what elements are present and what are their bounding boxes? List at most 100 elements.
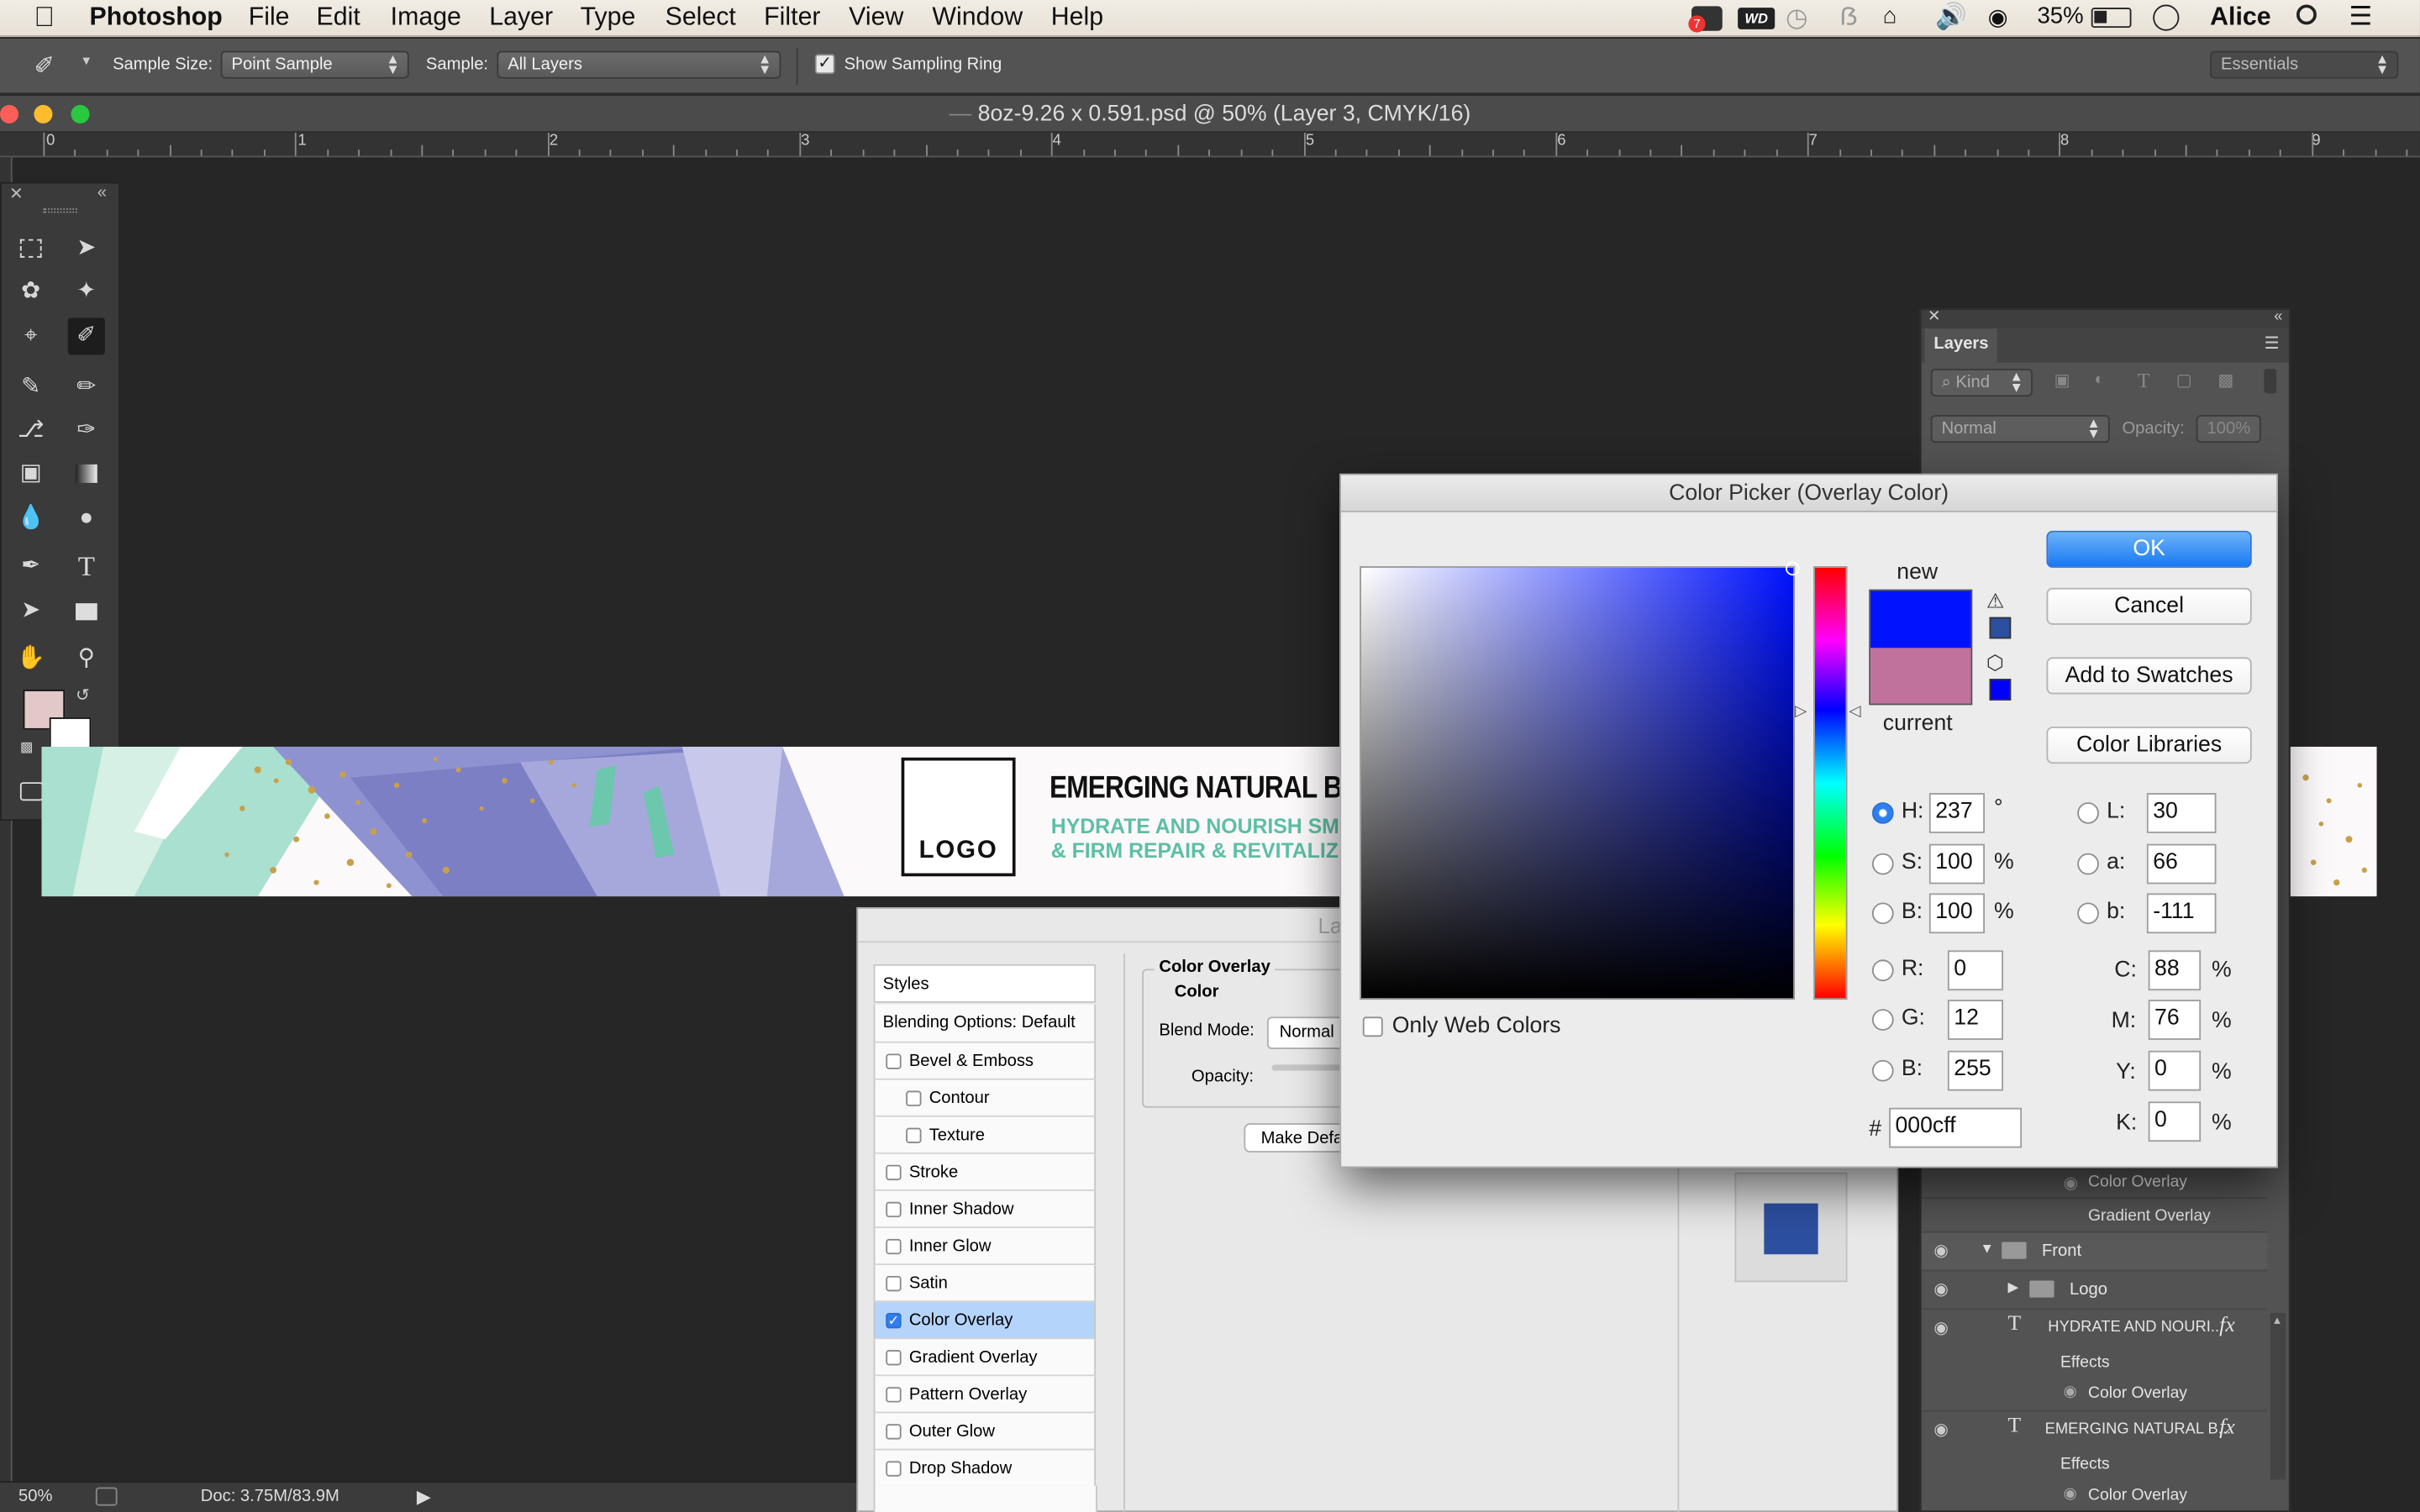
panel-menu-icon[interactable]: ☰ — [2265, 333, 2280, 354]
notification-center-icon[interactable]: ☰ — [2349, 2, 2372, 33]
style-checkbox[interactable] — [886, 1387, 902, 1403]
wd-drive-icon[interactable]: WD — [1738, 8, 1776, 29]
filter-smart-object-icon[interactable]: ▩ — [2217, 370, 2233, 391]
path-selection-tool-icon[interactable]: ➤ — [13, 592, 50, 629]
add-to-swatches-button[interactable]: Add to Swatches — [2046, 657, 2252, 695]
style-checkbox[interactable] — [886, 1350, 902, 1366]
type-tool-icon[interactable]: T — [68, 548, 105, 585]
saturation-input[interactable]: 100 — [1928, 843, 1985, 885]
menu-type[interactable]: Type — [581, 3, 636, 33]
opacity-field[interactable]: 100% — [2196, 415, 2261, 444]
filter-adjustment-icon[interactable]: ◐ — [2094, 370, 2104, 389]
menu-select[interactable]: Select — [666, 3, 736, 33]
layers-tab[interactable]: Layers — [1924, 328, 1998, 363]
a-channel-input[interactable]: 66 — [2146, 843, 2217, 885]
visibility-eye-icon[interactable]: ◉ — [1933, 1241, 1949, 1261]
canvas-banner-right[interactable] — [2290, 746, 2377, 897]
style-item-gradient-overlay[interactable]: Gradient Overlay — [873, 1339, 1097, 1377]
eraser-tool-icon[interactable]: ▣ — [13, 455, 50, 492]
make-default-button[interactable]: Make Defa — [1244, 1123, 1346, 1153]
web-safe-color-swatch[interactable] — [1989, 679, 2012, 701]
clock-icon[interactable] — [2153, 4, 2180, 31]
effect-row[interactable]: ◉ Color Overlay — [1922, 1481, 2267, 1512]
gradient-tool-icon[interactable] — [68, 455, 105, 492]
status-menu-icon[interactable] — [95, 1487, 118, 1506]
style-checkbox[interactable] — [886, 1424, 902, 1440]
menu-layer[interactable]: Layer — [489, 3, 553, 33]
color-libraries-button[interactable]: Color Libraries — [2046, 727, 2252, 764]
green-radio[interactable] — [1871, 1009, 1894, 1031]
menu-app-name[interactable]: Photoshop — [90, 3, 223, 33]
menu-window[interactable]: Window — [932, 3, 1023, 33]
canvas-banner[interactable]: LOGO EMERGING NATURAL BEAU HYDRATE AND N… — [41, 746, 1343, 897]
style-item-texture[interactable]: Texture — [873, 1116, 1097, 1154]
hue-input[interactable]: 237 — [1928, 793, 1985, 833]
volume-icon[interactable]: 🔊 — [1935, 3, 1967, 33]
menu-help[interactable]: Help — [1051, 3, 1103, 33]
status-arrow-icon[interactable]: ▶ — [417, 1486, 431, 1508]
red-radio[interactable] — [1871, 959, 1894, 982]
style-item-bevel-emboss[interactable]: Bevel & Emboss — [873, 1042, 1097, 1080]
zoom-tool-icon[interactable]: ⚲ — [68, 640, 105, 677]
style-checkbox[interactable] — [886, 1201, 902, 1218]
layer-effects-icon[interactable]: fx — [2219, 1315, 2235, 1339]
layers-scrollbar[interactable]: ▲ — [2270, 1313, 2286, 1480]
layer-row[interactable]: ◉ Color Overlay — [1921, 1163, 2268, 1197]
current-color-swatch[interactable] — [1870, 648, 1971, 704]
hue-radio[interactable] — [1871, 802, 1894, 824]
move-tool-icon[interactable]: ➤ — [68, 230, 105, 267]
visibility-eye-icon[interactable]: ◉ — [1933, 1420, 1949, 1440]
style-item-pattern-overlay[interactable]: Pattern Overlay — [873, 1376, 1097, 1414]
layer-row[interactable]: ◉ ▶ Logo — [1921, 1269, 2268, 1309]
healing-brush-tool-icon[interactable]: ✎ — [13, 369, 50, 406]
magenta-input[interactable]: 76 — [2148, 1000, 2202, 1040]
yellow-input[interactable]: 0 — [2148, 1050, 2202, 1091]
layer-row[interactable]: ◉ T HYDRATE AND NOURI... fx — [1921, 1308, 2268, 1347]
eyedropper-icon[interactable]: ✐ — [34, 51, 55, 82]
saturation-brightness-field[interactable] — [1360, 561, 1800, 1000]
lasso-tool-icon[interactable]: ✿ — [13, 273, 50, 310]
style-checkbox[interactable] — [886, 1053, 902, 1070]
swap-colors-icon[interactable]: ↺ — [76, 685, 90, 705]
magic-wand-tool-icon[interactable]: ✦ — [68, 273, 105, 310]
cyan-input[interactable]: 88 — [2148, 950, 2202, 991]
bluetooth-icon[interactable]: ẞ — [1839, 3, 1857, 33]
lightness-radio[interactable] — [2077, 802, 2099, 824]
sample-size-select[interactable]: Point Sample ▲ ▼ — [220, 50, 409, 79]
blend-mode-select[interactable]: Normal ▲ ▼ — [1930, 415, 2110, 444]
crop-tool-icon[interactable]: ⌖ — [13, 318, 50, 354]
eyedropper-tool-icon[interactable]: ✐ — [67, 318, 105, 355]
style-item-contour[interactable]: Contour — [873, 1079, 1097, 1117]
effects-row[interactable]: Effects — [1922, 1449, 2267, 1482]
collapse-panel-icon[interactable]: « — [97, 184, 107, 202]
menu-edit[interactable]: Edit — [317, 3, 360, 33]
blue-radio[interactable] — [1871, 1059, 1894, 1082]
time-machine-icon[interactable]: ◷ — [1786, 3, 1807, 34]
menu-view[interactable]: View — [849, 3, 903, 33]
hue-slider-right-arrow-icon[interactable]: ◁ — [1849, 704, 1860, 721]
group-expanded-icon[interactable]: ▼ — [1980, 1241, 1993, 1256]
a-channel-radio[interactable] — [2077, 853, 2099, 875]
pen-tool-icon[interactable]: ✒ — [13, 548, 50, 585]
group-collapsed-icon[interactable]: ▶ — [2008, 1279, 2019, 1296]
style-checkbox[interactable] — [906, 1090, 922, 1107]
blend-mode-select[interactable]: Normal — [1266, 1016, 1344, 1049]
battery-icon[interactable] — [2091, 8, 2132, 29]
scroll-up-icon[interactable]: ▲ — [2272, 1316, 2283, 1327]
style-checkbox[interactable] — [886, 1276, 902, 1292]
style-checkbox[interactable] — [886, 1239, 902, 1255]
style-item-outer-glow[interactable]: Outer Glow — [873, 1413, 1097, 1451]
brightness-input[interactable]: 100 — [1928, 893, 1985, 934]
default-colors-icon[interactable]: ▩ — [20, 739, 34, 756]
hue-slider-left-arrow-icon[interactable]: ▷ — [1795, 704, 1807, 721]
collapse-panel-icon[interactable]: « — [2274, 308, 2282, 325]
color-cursor[interactable] — [1786, 561, 1800, 576]
filter-kind-select[interactable]: ⌕ Kind ▲ ▼ — [1930, 368, 2033, 397]
show-ring-checkbox[interactable]: ✓ — [814, 54, 835, 75]
blending-options[interactable]: Blending Options: Default — [873, 1004, 1097, 1043]
visibility-eye-icon[interactable]: ◉ — [2064, 1173, 2079, 1193]
menu-file[interactable]: File — [249, 3, 290, 33]
visibility-eye-icon[interactable]: ◉ — [1933, 1279, 1949, 1299]
styles-header[interactable]: Styles — [873, 963, 1097, 1003]
visibility-eye-icon[interactable]: ◉ — [1933, 1318, 1949, 1337]
